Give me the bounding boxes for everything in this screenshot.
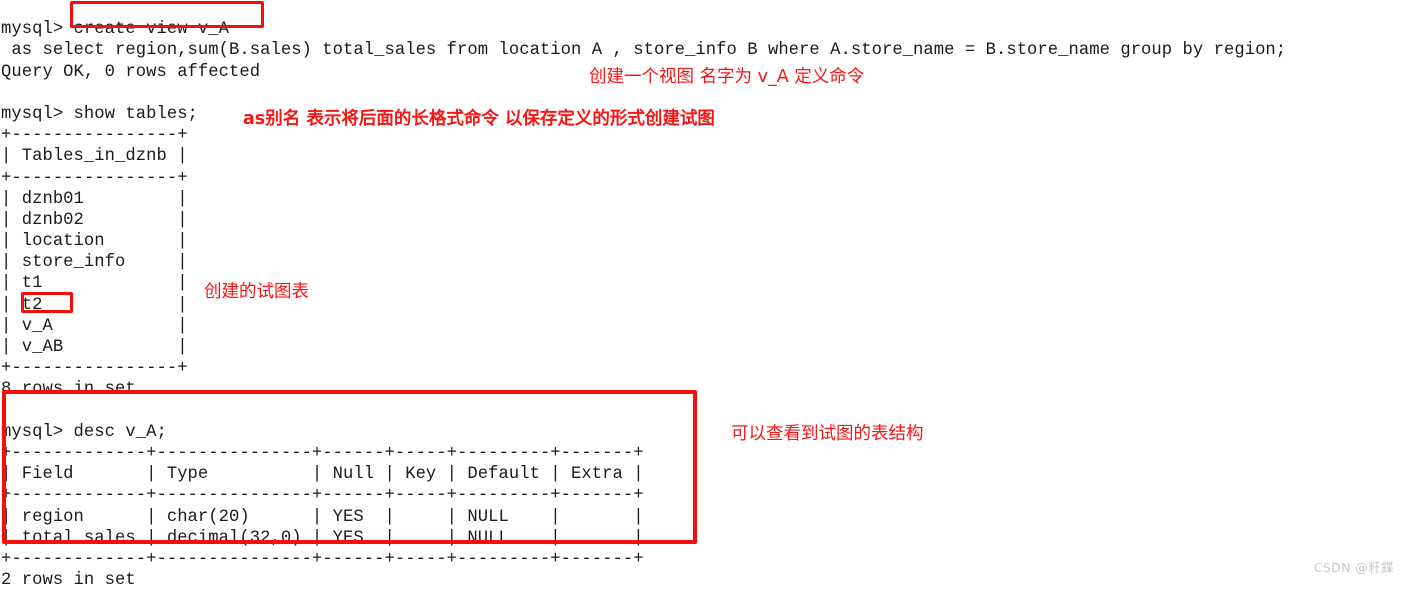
terminal-line: 8 rows in set <box>1 380 136 400</box>
terminal-line: | v_A | <box>1 316 188 336</box>
terminal-line: | region | char(20) | YES | | NULL | | <box>1 507 644 527</box>
terminal-line: | dznb02 | <box>1 210 188 230</box>
terminal-line: +----------------+ <box>1 168 188 188</box>
terminal-line: 2 rows in set <box>1 571 136 591</box>
terminal-line: | total_sales | decimal(32,0) | YES | | … <box>1 528 644 548</box>
terminal-line: | Field | Type | Null | Key | Default | … <box>1 465 644 485</box>
terminal-line: | v_AB | <box>1 338 188 357</box>
terminal-line: +-------------+---------------+------+--… <box>1 443 644 463</box>
annotation-desc-structure-note: 可以查看到试图的表结构 <box>731 424 924 444</box>
terminal-line: as select region,sum(B.sales) total_sale… <box>1 41 1287 61</box>
csdn-watermark: CSDN @粁鍱 <box>1313 560 1394 575</box>
terminal-line: | location | <box>1 232 188 252</box>
terminal-line: | Tables_in_dznb | <box>1 147 188 167</box>
annotation-create-view-note: 创建一个视图 名字为 v_A 定义命令 <box>589 67 865 87</box>
terminal-line: | dznb01 | <box>1 189 188 209</box>
terminal-line: +-------------+---------------+------+--… <box>1 549 644 569</box>
terminal-output: mysql> create view v_A as select region,… <box>0 17 1402 591</box>
annotation-created-view-note: 创建的试图表 <box>204 282 309 302</box>
terminal-screenshot: mysql> create view v_A as select region,… <box>0 0 1402 590</box>
terminal-line: mysql> create view v_A <box>1 20 230 40</box>
terminal-line: +----------------+ <box>1 359 188 379</box>
terminal-line: +-------------+---------------+------+--… <box>1 486 644 506</box>
terminal-line: | store_info | <box>1 253 188 273</box>
annotation-as-alias-note: as别名 表示将后面的长格式命令 以保存定义的形式创建试图 <box>243 109 715 129</box>
terminal-line: mysql> desc v_A; <box>1 422 167 442</box>
